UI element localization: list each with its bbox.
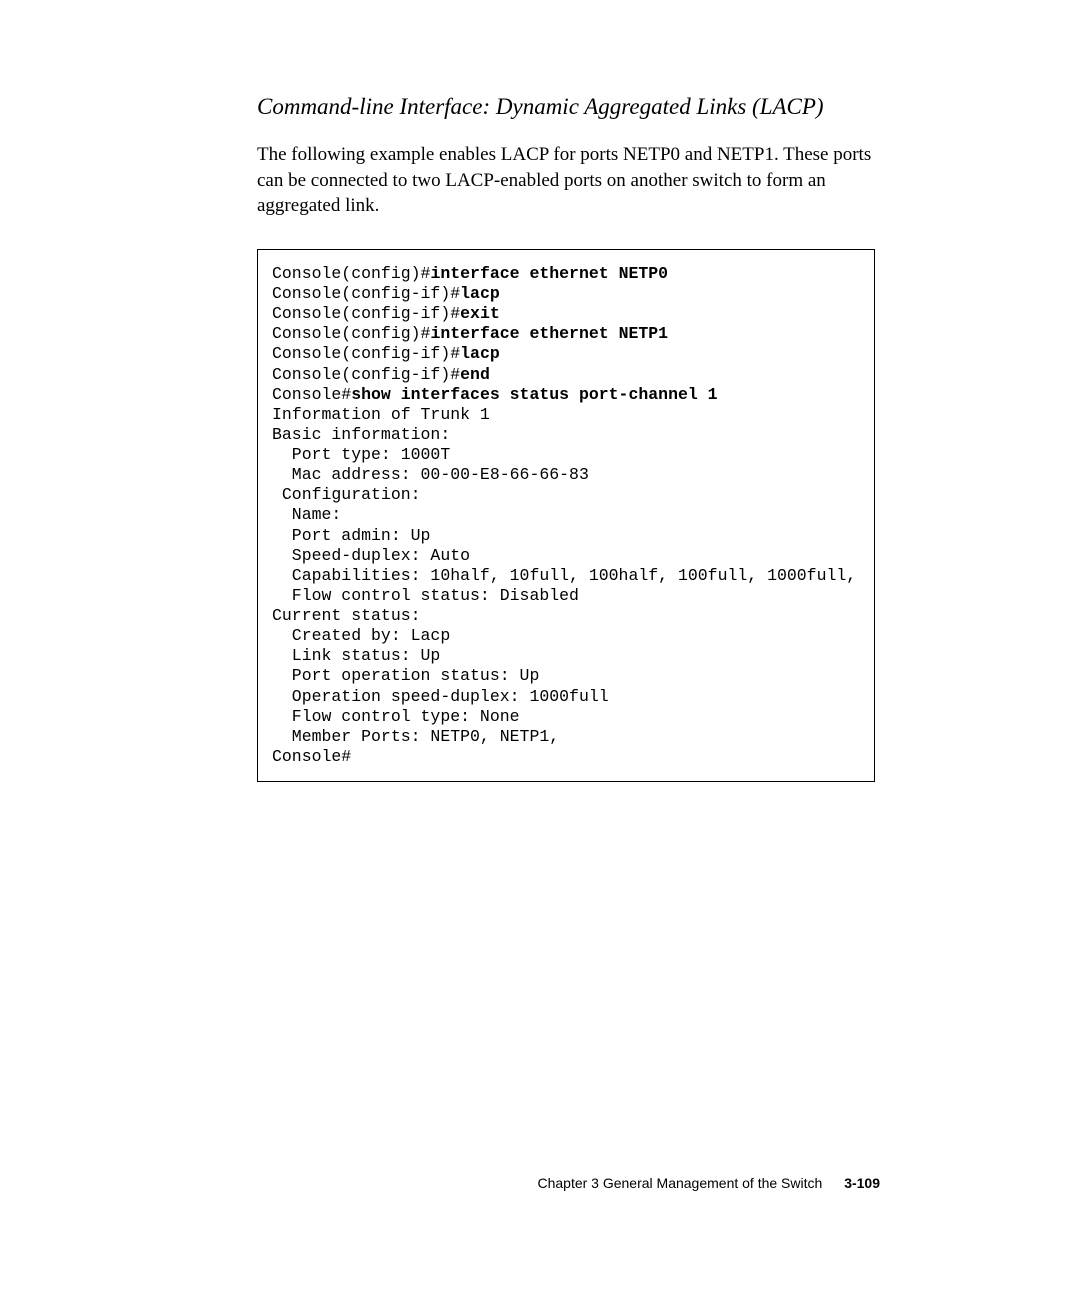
- code-line: Name:: [272, 505, 341, 524]
- code-command: lacp: [460, 284, 500, 303]
- code-example-box: Console(config)#interface ethernet NETP0…: [257, 249, 875, 782]
- code-line: Speed-duplex: Auto: [272, 546, 470, 565]
- code-command: exit: [460, 304, 500, 323]
- code-line: Flow control type: None: [272, 707, 520, 726]
- intro-paragraph: The following example enables LACP for p…: [257, 142, 875, 219]
- footer-chapter: Chapter 3 General Management of the Swit…: [537, 1175, 822, 1191]
- code-line: Capabilities: 10half, 10full, 100half, 1…: [272, 566, 856, 585]
- code-command: interface ethernet NETP0: [430, 264, 668, 283]
- code-line: Console(config-if)#: [272, 304, 460, 323]
- code-command: lacp: [460, 344, 500, 363]
- code-line: Information of Trunk 1: [272, 405, 490, 424]
- footer-page-number: 3-109: [844, 1175, 880, 1191]
- code-line: Console(config-if)#: [272, 284, 460, 303]
- code-command: interface ethernet NETP1: [430, 324, 668, 343]
- code-line: Console(config-if)#: [272, 365, 460, 384]
- code-line: Port admin: Up: [272, 526, 430, 545]
- code-line: Flow control status: Disabled: [272, 586, 579, 605]
- code-line: Basic information:: [272, 425, 450, 444]
- page-footer: Chapter 3 General Management of the Swit…: [537, 1175, 880, 1191]
- code-line: Port type: 1000T: [272, 445, 450, 464]
- code-line: Console#: [272, 747, 351, 766]
- code-line: Created by: Lacp: [272, 626, 450, 645]
- code-line: Operation speed-duplex: 1000full: [272, 687, 609, 706]
- code-line: Console(config)#: [272, 324, 430, 343]
- code-line: Mac address: 00-00-E8-66-66-83: [272, 465, 589, 484]
- code-line: Current status:: [272, 606, 421, 625]
- code-line: Member Ports: NETP0, NETP1,: [272, 727, 559, 746]
- code-line: Console(config)#: [272, 264, 430, 283]
- code-command: show interfaces status port-channel 1: [351, 385, 717, 404]
- code-line: Console#: [272, 385, 351, 404]
- code-line: Console(config-if)#: [272, 344, 460, 363]
- code-line: Configuration:: [272, 485, 421, 504]
- code-line: Port operation status: Up: [272, 666, 539, 685]
- code-command: end: [460, 365, 490, 384]
- section-heading: Command-line Interface: Dynamic Aggregat…: [257, 94, 875, 120]
- code-line: Link status: Up: [272, 646, 440, 665]
